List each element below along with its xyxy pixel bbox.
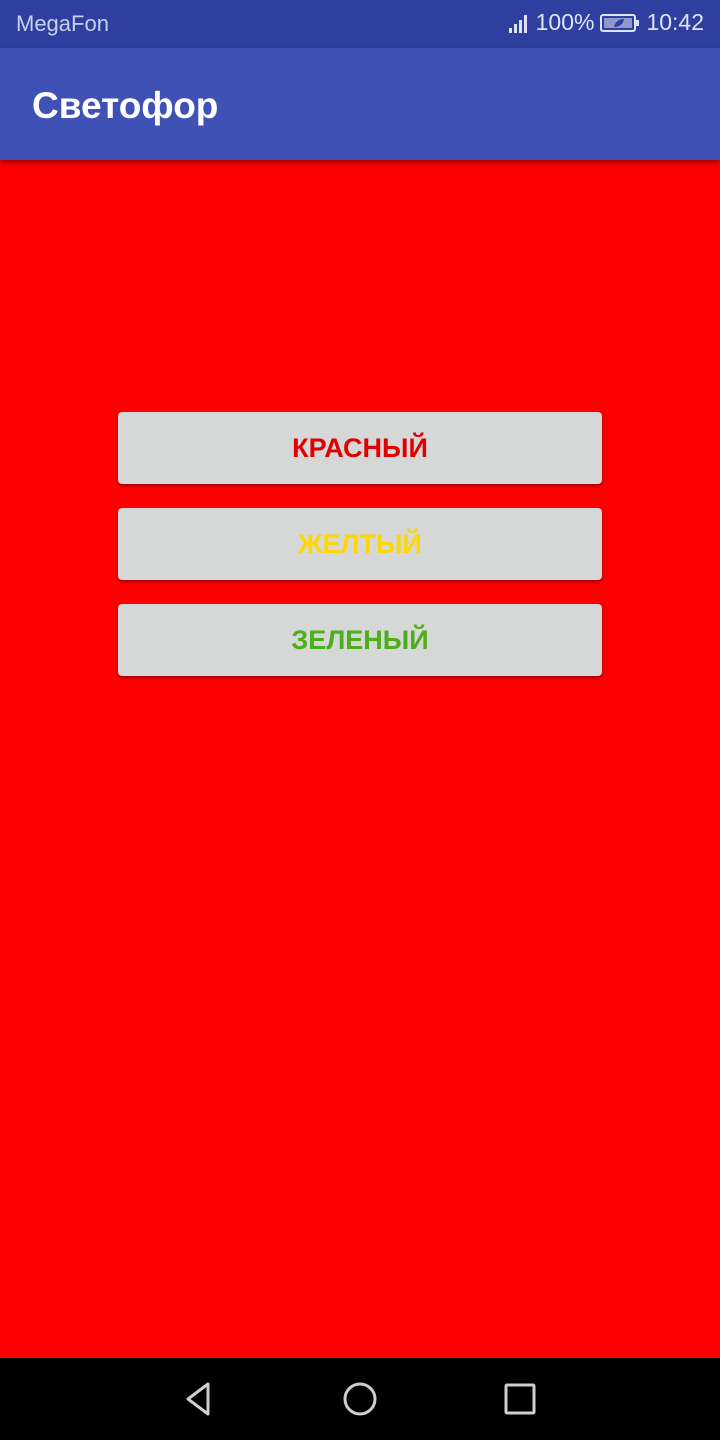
battery-icon xyxy=(600,13,640,32)
recents-icon[interactable] xyxy=(500,1379,540,1419)
app-title: Светофор xyxy=(32,85,219,126)
red-button[interactable]: КРАСНЫЙ xyxy=(118,412,602,484)
home-icon[interactable] xyxy=(340,1379,380,1419)
back-icon[interactable] xyxy=(180,1379,220,1419)
clock-time: 10:42 xyxy=(646,9,704,35)
yellow-button[interactable]: ЖЕЛТЫЙ xyxy=(118,508,602,580)
carrier-name: MegaFon xyxy=(16,11,109,36)
navigation-bar xyxy=(0,1358,720,1440)
battery-percent: 100% xyxy=(535,9,595,35)
status-bar: MegaFon 100% 10:42 xyxy=(0,0,720,48)
app-bar: Светофор xyxy=(0,48,720,160)
status-indicators: 100% 10:42 xyxy=(508,9,704,36)
green-button[interactable]: ЗЕЛЕНЫЙ xyxy=(118,604,602,676)
traffic-light-background: КРАСНЫЙ ЖЕЛТЫЙ ЗЕЛЕНЫЙ xyxy=(0,160,720,1358)
signal-icon xyxy=(508,14,527,33)
